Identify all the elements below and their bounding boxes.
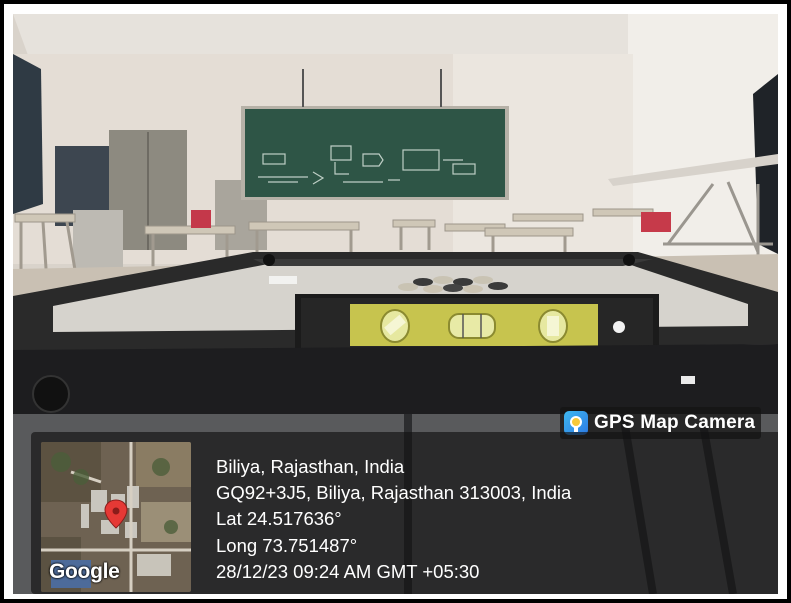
location-info-box: Google Biliya, Rajasthan, India GQ92+3J5… — [31, 432, 778, 594]
location-title: Biliya, Rajasthan, India — [216, 456, 405, 477]
longitude-text: Long 73.751487° — [216, 534, 358, 556]
address-line: GQ92+3J5, Biliya, Rajasthan 313003, Indi… — [216, 482, 572, 504]
map-thumbnail: Google — [41, 442, 191, 592]
datetime-text: 28/12/23 09:24 AM GMT +05:30 — [216, 560, 480, 582]
photo: GPS Map Camera Google Biliya, Rajasthan,… — [13, 14, 778, 594]
latitude-text: Lat 24.517636° — [216, 508, 342, 530]
location-details: Biliya, Rajasthan, India GQ92+3J5, Biliy… — [216, 454, 571, 585]
google-logo: Google — [49, 560, 120, 583]
app-name: GPS Map Camera — [594, 412, 756, 433]
photo-frame: GPS Map Camera Google Biliya, Rajasthan,… — [4, 4, 787, 599]
